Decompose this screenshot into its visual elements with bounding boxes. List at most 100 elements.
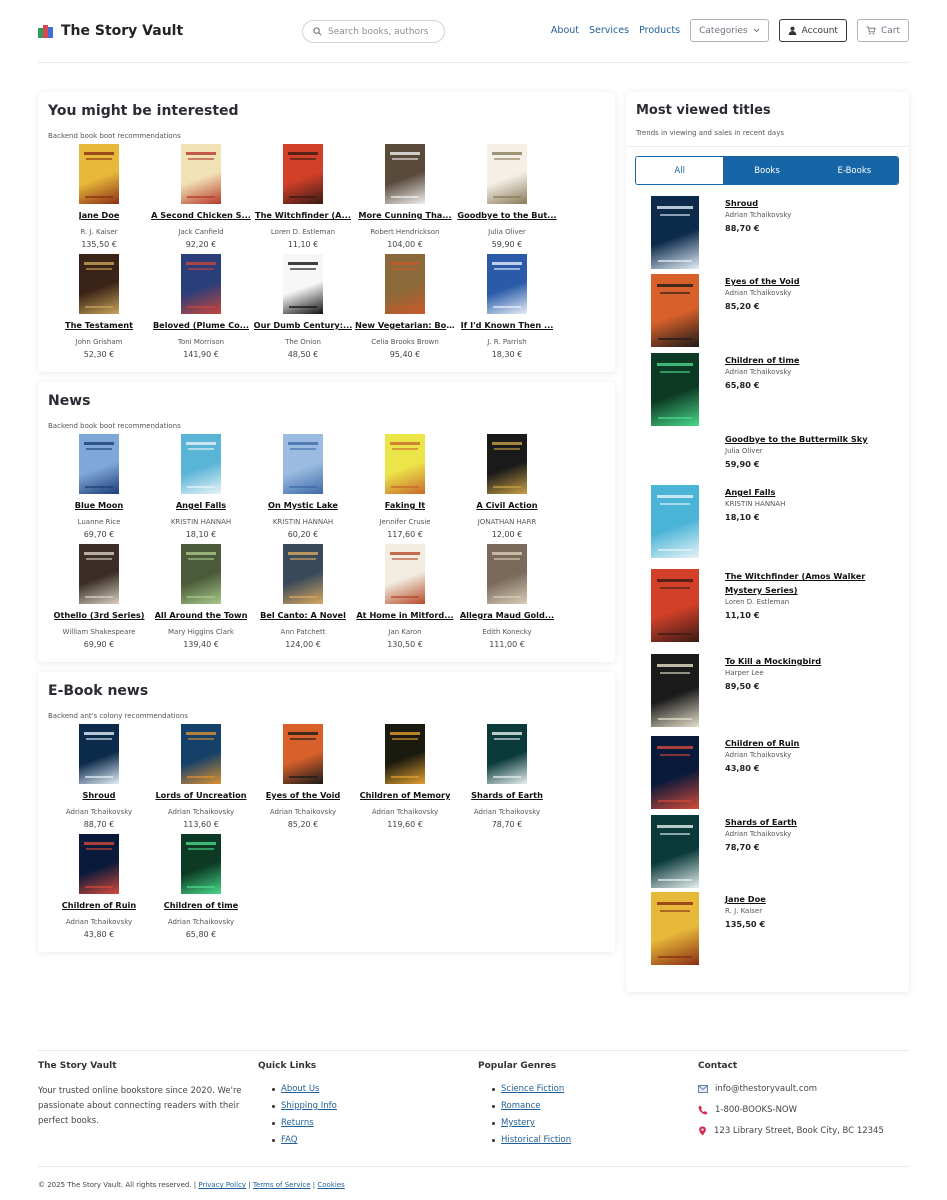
book-card[interactable]: A Second Chicken S... Jack Canfield 92,20 … xyxy=(150,144,252,254)
footer-link-returns[interactable]: Returns xyxy=(281,1118,314,1128)
book-cover[interactable] xyxy=(181,544,221,604)
book-card[interactable]: Angel Falls KRISTIN HANNAH 18,10 € xyxy=(150,434,252,544)
footer-link-faq[interactable]: FAQ xyxy=(281,1135,297,1145)
nav-products[interactable]: Products xyxy=(639,25,680,36)
most-viewed-item[interactable]: The Witchfinder (Amos Walker Mystery Ser… xyxy=(651,569,875,642)
most-viewed-item[interactable]: Jane Doe R. J. Kaiser 135,50 € xyxy=(651,892,875,965)
book-card[interactable]: If I'd Known Then ... J. R. Parrish 18,30 … xyxy=(456,254,558,364)
footer-link-scifi[interactable]: Science Fiction xyxy=(501,1084,564,1094)
book-title[interactable]: Jane Doe xyxy=(79,210,120,220)
book-cover[interactable] xyxy=(651,654,699,727)
book-card[interactable]: Eyes of the Void Adrian Tchaikovsky 85,20 … xyxy=(252,724,354,834)
book-card[interactable]: Blue Moon Luanne Rice 69,70 € xyxy=(48,434,150,544)
book-card[interactable]: A Civil Action JONATHAN HARR 12,00 € xyxy=(456,434,558,544)
book-title[interactable]: If I'd Known Then ... xyxy=(461,320,554,330)
book-cover[interactable] xyxy=(79,434,119,494)
most-viewed-item[interactable]: Shroud Adrian Tchaikovsky 88,70 € xyxy=(651,196,875,269)
book-card[interactable]: Children of Ruin Adrian Tchaikovsky 43,80 … xyxy=(48,834,150,944)
book-title[interactable]: Shards of Earth xyxy=(471,790,543,800)
book-title[interactable]: Shroud xyxy=(725,196,875,210)
book-cover[interactable] xyxy=(651,569,699,642)
categories-dropdown[interactable]: Categories xyxy=(690,19,769,42)
book-title[interactable]: Shards of Earth xyxy=(725,815,875,829)
most-viewed-item[interactable]: Eyes of the Void Adrian Tchaikovsky 85,20 … xyxy=(651,274,875,347)
most-viewed-item[interactable]: To Kill a Mockingbird Harper Lee 89,50 € xyxy=(651,654,875,727)
book-card[interactable]: New Vegetarian: Bo... Celia Brooks Brown 9… xyxy=(354,254,456,364)
book-cover[interactable] xyxy=(385,724,425,784)
book-cover[interactable] xyxy=(651,892,699,965)
book-title[interactable]: The Witchfinder (A... xyxy=(255,210,351,220)
book-title[interactable]: Bel Canto: A Novel xyxy=(260,610,346,620)
search-box[interactable] xyxy=(302,20,445,43)
book-card[interactable]: Beloved (Plume Co... Toni Morrison 141,90 … xyxy=(150,254,252,364)
book-card[interactable]: Our Dumb Century:... The Onion 48,50 € xyxy=(252,254,354,364)
book-cover[interactable] xyxy=(181,144,221,204)
book-title[interactable]: Lords of Uncreation xyxy=(155,790,246,800)
book-title[interactable]: Children of time xyxy=(164,900,238,910)
footer-link-mystery[interactable]: Mystery xyxy=(501,1118,535,1128)
book-title[interactable]: A Second Chicken S... xyxy=(151,210,251,220)
book-title[interactable]: Faking It xyxy=(385,500,425,510)
book-cover[interactable] xyxy=(385,434,425,494)
footer-link-shipping[interactable]: Shipping Info xyxy=(281,1101,337,1111)
book-cover[interactable] xyxy=(487,544,527,604)
book-cover[interactable] xyxy=(79,724,119,784)
book-cover[interactable] xyxy=(487,434,527,494)
book-title[interactable]: Beloved (Plume Co... xyxy=(153,320,249,330)
brand[interactable]: The Story Vault xyxy=(38,23,183,39)
book-card[interactable]: At Home in Mitford... Jan Karon 130,50 € xyxy=(354,544,456,654)
book-title[interactable]: Children of time xyxy=(725,353,875,367)
book-cover[interactable] xyxy=(181,834,221,894)
book-title[interactable]: The Witchfinder (Amos Walker Mystery Ser… xyxy=(725,569,875,597)
book-title[interactable]: Goodbye to the But... xyxy=(457,210,556,220)
book-title[interactable]: Our Dumb Century:... xyxy=(254,320,353,330)
book-title[interactable]: Children of Ruin xyxy=(62,900,136,910)
cookies-link[interactable]: Cookies xyxy=(317,1181,344,1189)
book-title[interactable]: Othello (3rd Series) xyxy=(54,610,145,620)
book-card[interactable]: Bel Canto: A Novel Ann Patchett 124,00 € xyxy=(252,544,354,654)
tab-ebooks[interactable]: E-Books xyxy=(810,157,898,184)
book-cover[interactable] xyxy=(651,815,699,888)
book-title[interactable]: Children of Ruin xyxy=(725,736,875,750)
tab-all[interactable]: All xyxy=(636,157,724,184)
book-cover[interactable] xyxy=(651,736,699,809)
book-cover[interactable] xyxy=(283,724,323,784)
book-title[interactable]: Goodbye to the Buttermilk Sky xyxy=(725,432,875,446)
book-cover[interactable] xyxy=(385,144,425,204)
footer-link-historical[interactable]: Historical Fiction xyxy=(501,1135,571,1145)
book-cover[interactable] xyxy=(283,144,323,204)
most-viewed-item[interactable]: Shards of Earth Adrian Tchaikovsky 78,70 € xyxy=(651,815,875,888)
book-cover[interactable] xyxy=(79,144,119,204)
book-cover[interactable] xyxy=(651,485,699,558)
book-title[interactable]: Eyes of the Void xyxy=(725,274,875,288)
book-title[interactable]: Children of Memory xyxy=(360,790,451,800)
book-title[interactable]: All Around the Town xyxy=(155,610,248,620)
book-card[interactable]: Othello (3rd Series) William Shakespeare 6… xyxy=(48,544,150,654)
most-viewed-item[interactable]: Children of Ruin Adrian Tchaikovsky 43,80 … xyxy=(651,736,875,809)
nav-services[interactable]: Services xyxy=(589,25,629,36)
book-cover[interactable] xyxy=(385,254,425,314)
book-cover[interactable] xyxy=(79,544,119,604)
book-title[interactable]: Eyes of the Void xyxy=(266,790,341,800)
book-cover[interactable] xyxy=(385,544,425,604)
book-title[interactable]: More Cunning Tha... xyxy=(358,210,451,220)
book-card[interactable]: Shroud Adrian Tchaikovsky 88,70 € xyxy=(48,724,150,834)
book-title[interactable]: Shroud xyxy=(82,790,115,800)
book-card[interactable]: More Cunning Tha... Robert Hendrickson 104… xyxy=(354,144,456,254)
book-title[interactable]: New Vegetarian: Bo... xyxy=(355,320,455,330)
book-title[interactable]: Angel Falls xyxy=(725,485,875,499)
book-cover[interactable] xyxy=(283,434,323,494)
book-title[interactable]: A Civil Action xyxy=(476,500,537,510)
search-input[interactable] xyxy=(328,26,438,37)
book-cover[interactable] xyxy=(181,254,221,314)
footer-link-romance[interactable]: Romance xyxy=(501,1101,541,1111)
book-cover[interactable] xyxy=(487,724,527,784)
book-cover[interactable] xyxy=(79,254,119,314)
book-card[interactable]: All Around the Town Mary Higgins Clark 139… xyxy=(150,544,252,654)
book-card[interactable]: The Witchfinder (A... Loren D. Estleman 11… xyxy=(252,144,354,254)
privacy-link[interactable]: Privacy Policy xyxy=(198,1181,246,1189)
book-cover[interactable] xyxy=(181,434,221,494)
book-cover[interactable] xyxy=(651,274,699,347)
book-title[interactable]: The Testament xyxy=(65,320,133,330)
book-title[interactable]: On Mystic Lake xyxy=(268,500,338,510)
